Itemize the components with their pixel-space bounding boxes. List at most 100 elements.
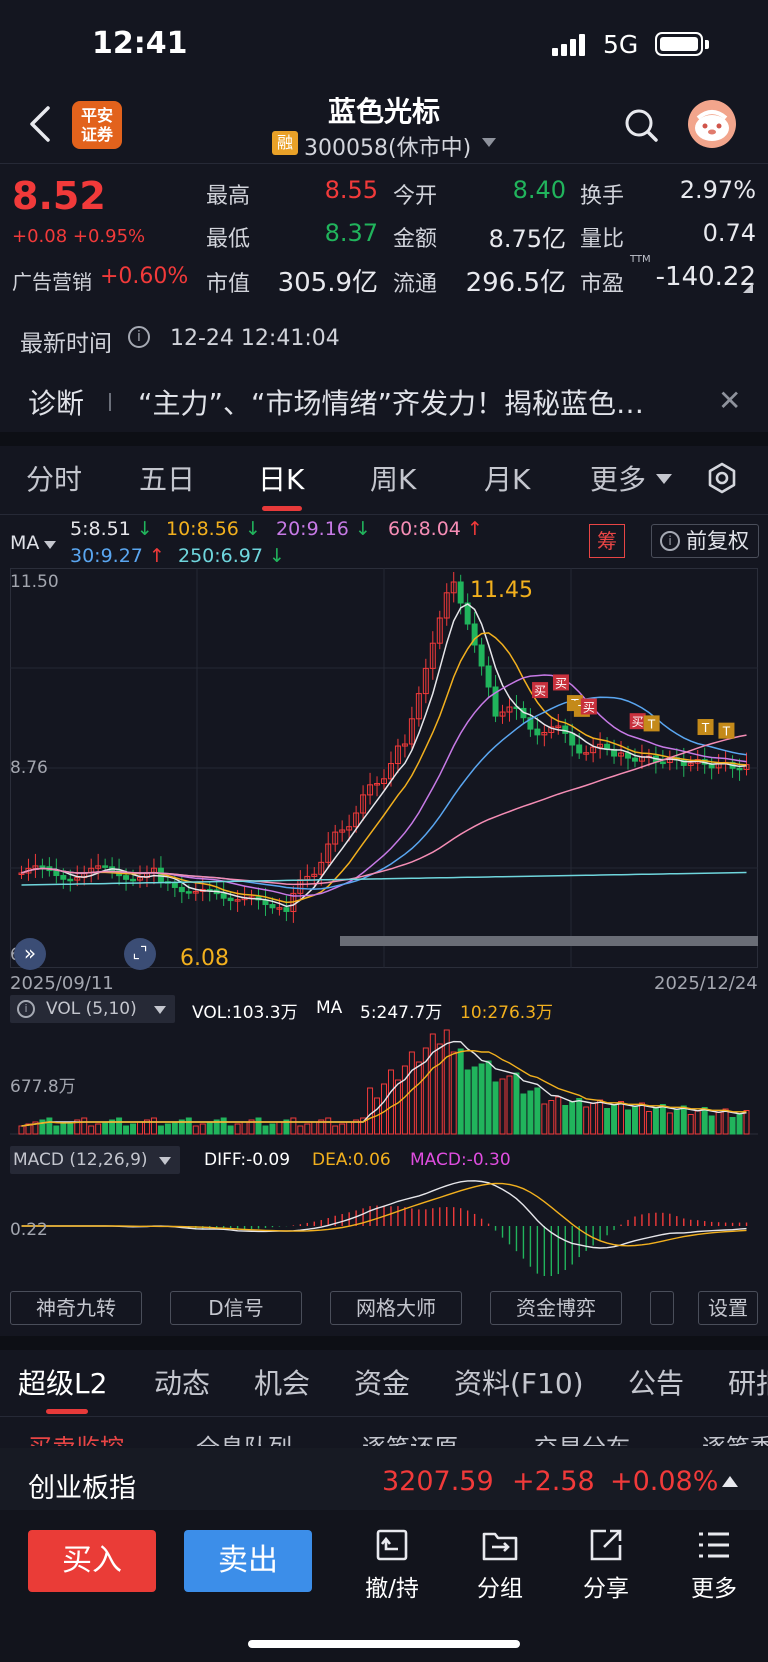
subtab-tick-order[interactable]: 逐笔委 xyxy=(702,1432,768,1446)
diagnosis-label[interactable]: 诊断 xyxy=(28,382,84,422)
candlestick-chart[interactable]: 买买TT买买TTT xyxy=(10,568,758,968)
chip-distribution-button[interactable]: 筹 xyxy=(589,524,625,558)
current-price: 8.52 xyxy=(12,174,106,218)
sell-button[interactable]: 卖出 xyxy=(184,1530,312,1592)
candle xyxy=(171,882,178,888)
tab-research[interactable]: 研报 xyxy=(728,1362,768,1402)
volume-bar xyxy=(367,1087,374,1135)
chevron-down-icon[interactable] xyxy=(154,1006,166,1014)
volume-bar xyxy=(666,1112,673,1135)
tab-news[interactable]: 动态 xyxy=(154,1362,210,1402)
volume-bar xyxy=(471,1066,478,1135)
tab-capital[interactable]: 资金 xyxy=(354,1362,410,1402)
volume-bar xyxy=(527,1090,534,1135)
price-change: +0.08 +0.95% xyxy=(12,226,146,247)
tab-intraday[interactable]: 分时 xyxy=(26,458,82,498)
chevron-down-icon[interactable] xyxy=(159,1157,171,1165)
expand-up-icon[interactable] xyxy=(722,1476,738,1487)
avatar[interactable] xyxy=(688,100,736,148)
network-type: 5G xyxy=(603,30,639,59)
index-change: +2.58 xyxy=(512,1466,595,1497)
market-cap-label: 市值 xyxy=(206,272,251,297)
tab-five-day[interactable]: 五日 xyxy=(139,458,195,498)
search-icon[interactable] xyxy=(622,106,660,144)
chevron-down-icon[interactable] xyxy=(44,541,56,549)
sector-change: +0.60% xyxy=(100,264,189,289)
macd-indicator-selector[interactable]: MACD (12,26,9) xyxy=(10,1146,180,1174)
folder-icon xyxy=(482,1532,518,1561)
tool-fund-game[interactable]: 资金博弈 xyxy=(490,1291,622,1325)
cancel-hold-button[interactable]: 撤/持 xyxy=(352,1525,432,1603)
subtab-full-queue[interactable]: 全息队列 xyxy=(196,1432,292,1446)
tool-partial[interactable] xyxy=(650,1291,674,1325)
subtab-trade-distribution[interactable]: 交易分布 xyxy=(534,1432,630,1446)
candle xyxy=(736,767,743,771)
volume-bar xyxy=(652,1107,659,1135)
expand-icon[interactable] xyxy=(743,283,753,293)
volume-bar xyxy=(645,1111,652,1135)
tab-more[interactable]: 更多 xyxy=(590,458,646,498)
up-arrow-icon: ↑ xyxy=(466,518,483,540)
gear-icon[interactable] xyxy=(706,462,738,494)
active-tab-indicator xyxy=(262,506,302,511)
share-label: 分享 xyxy=(583,1576,629,1602)
chevron-down-icon[interactable] xyxy=(656,474,672,484)
tab-f10[interactable]: 资料(F10) xyxy=(454,1362,584,1402)
back-icon[interactable] xyxy=(24,104,56,144)
sector-name[interactable]: 广告营销 xyxy=(12,266,92,295)
candle xyxy=(631,757,638,762)
info-icon[interactable]: i xyxy=(128,326,150,348)
macd-axis-label: 0.22 xyxy=(10,1220,48,1240)
buy-signal-label: 买 xyxy=(583,700,595,714)
tool-magic-nine[interactable]: 神奇九转 xyxy=(10,1291,142,1325)
volume-bar xyxy=(457,1048,464,1135)
volume-bar xyxy=(185,1117,192,1135)
macd-value: MACD:-0.30 xyxy=(410,1150,511,1170)
tool-grid-master[interactable]: 网格大师 xyxy=(330,1291,462,1325)
close-icon[interactable]: ✕ xyxy=(718,384,741,417)
group-button[interactable]: 分组 xyxy=(460,1525,540,1603)
high-label: 最高 xyxy=(206,184,251,209)
ma10-value: 10:8.56 ↓ xyxy=(166,518,261,540)
volume-bar xyxy=(339,1123,346,1135)
buy-button[interactable]: 买入 xyxy=(28,1530,156,1592)
volume-bar xyxy=(88,1125,95,1135)
volume-bar xyxy=(199,1123,206,1135)
market-cap-value: 305.9亿 xyxy=(277,268,378,298)
tool-settings[interactable]: 设置 xyxy=(698,1291,758,1325)
more-button[interactable]: 更多 xyxy=(674,1525,754,1603)
volume-bar xyxy=(429,1033,436,1135)
divider xyxy=(0,514,768,515)
tab-monthly-k[interactable]: 月K xyxy=(484,458,530,498)
tab-weekly-k[interactable]: 周K xyxy=(370,458,416,498)
margin-badge: 融 xyxy=(272,131,298,155)
tab-opportunity[interactable]: 机会 xyxy=(254,1362,310,1402)
tab-announcement[interactable]: 公告 xyxy=(628,1362,684,1402)
volume-bar xyxy=(332,1125,339,1135)
subtab-tick-replay[interactable]: 逐笔还原 xyxy=(362,1432,458,1446)
volume-bar xyxy=(262,1125,269,1135)
scroll-left-icon[interactable]: » xyxy=(14,938,46,970)
ma-label[interactable]: MA xyxy=(10,532,39,554)
volume-bar xyxy=(171,1121,178,1135)
macd-diff: DIFF:-0.09 xyxy=(204,1150,291,1170)
macd-chart[interactable] xyxy=(10,1176,758,1276)
index-name: 创业板指 xyxy=(28,1473,136,1504)
info-icon[interactable]: i xyxy=(17,1000,35,1018)
chevron-down-icon[interactable] xyxy=(482,138,496,147)
volume-bar xyxy=(311,1121,318,1135)
tab-super-l2[interactable]: 超级L2 xyxy=(18,1362,107,1402)
divider xyxy=(0,163,768,164)
fullscreen-icon[interactable]: ⌞⌝ xyxy=(124,938,156,970)
share-button[interactable]: 分享 xyxy=(566,1525,646,1603)
volume-bar xyxy=(297,1125,304,1135)
stock-code[interactable]: 300058(休市中) xyxy=(304,130,471,162)
diagnosis-headline[interactable]: “主力”、“市场情绪”齐发力！揭秘蓝色… xyxy=(138,382,698,422)
volume-bar xyxy=(485,1060,492,1135)
tool-d-signal[interactable]: D信号 xyxy=(170,1291,302,1325)
subtab-trade-monitor[interactable]: 买卖监控 xyxy=(28,1432,124,1446)
tab-daily-k[interactable]: 日K xyxy=(258,458,304,498)
volume-bar xyxy=(590,1103,597,1135)
volume-chart[interactable] xyxy=(10,1026,758,1136)
volume-bar xyxy=(304,1123,311,1135)
